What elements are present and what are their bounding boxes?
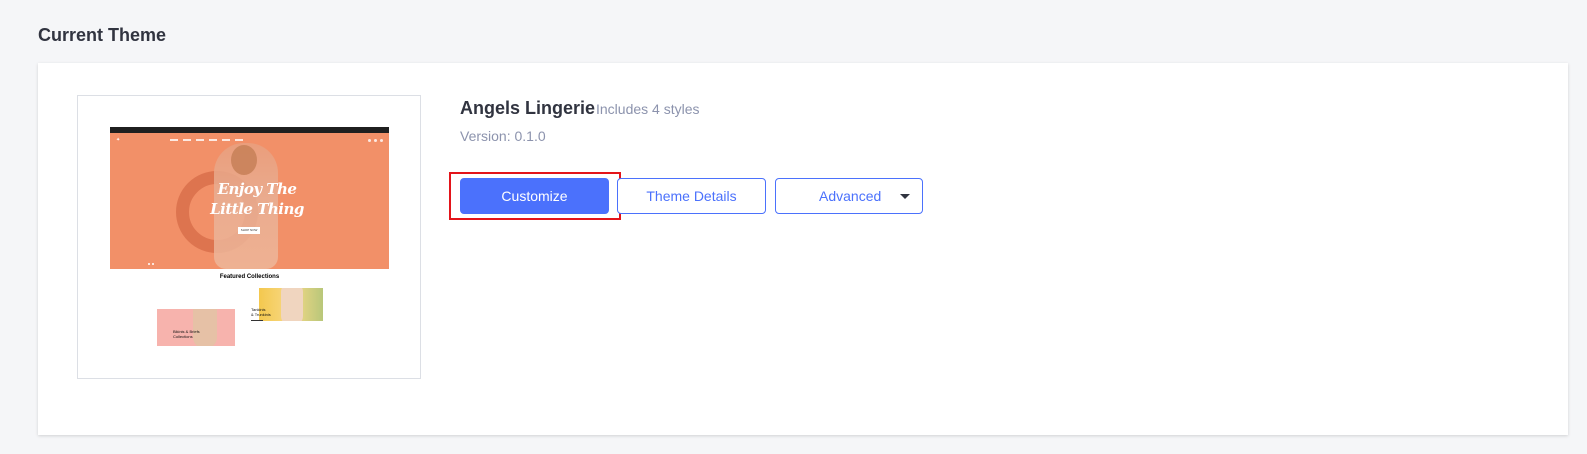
customize-button[interactable]: Customize — [460, 178, 609, 214]
preview-hero-banner: ✦ Enjoy The Little Thing SHOP NOW — [110, 133, 389, 269]
theme-preview-thumbnail[interactable]: ✦ Enjoy The Little Thing SHOP NOW Featur… — [77, 95, 421, 379]
theme-name: Angels Lingerie — [460, 98, 596, 118]
theme-styles-count: Includes 4 styles — [596, 101, 700, 117]
preview-menu — [170, 139, 243, 141]
current-theme-card: ✦ Enjoy The Little Thing SHOP NOW Featur… — [38, 63, 1568, 435]
caret-down-icon — [900, 194, 910, 199]
preview-hero-model-head — [231, 145, 257, 175]
preview-hero-button: SHOP NOW — [238, 227, 260, 234]
preview-collection-a: Bikinis & Briefs Collections — [157, 309, 235, 346]
preview-hero-line1: Enjoy The — [217, 180, 297, 198]
preview-site: ✦ Enjoy The Little Thing SHOP NOW Featur… — [110, 127, 389, 349]
preview-featured-title: Featured Collections — [219, 274, 280, 280]
preview-nav-icons — [368, 138, 383, 142]
preview-collection-b-label: Tankinis & Trunkinis — [251, 307, 271, 317]
section-title: Current Theme — [38, 25, 167, 45]
preview-slider-dots — [148, 263, 154, 265]
preview-hero-line2: Little Thing — [210, 200, 304, 218]
theme-details-button[interactable]: Theme Details — [617, 178, 766, 214]
theme-version: Version: 0.1.0 — [460, 128, 546, 144]
preview-collection-a-label: Bikinis & Briefs Collections — [173, 329, 200, 339]
preview-collection-a-model — [193, 309, 217, 346]
advanced-dropdown-button[interactable]: Advanced — [775, 178, 923, 214]
preview-logo: ✦ — [116, 137, 121, 143]
preview-hero-headline: Enjoy The Little Thing — [202, 179, 312, 219]
preview-collection-b-line2: & Trunkinis — [251, 312, 271, 317]
preview-collection-b-link — [251, 320, 263, 321]
advanced-label: Advanced — [819, 188, 882, 204]
preview-collection-a-line2: Collections — [173, 334, 193, 339]
preview-collection-b-model — [281, 288, 303, 321]
